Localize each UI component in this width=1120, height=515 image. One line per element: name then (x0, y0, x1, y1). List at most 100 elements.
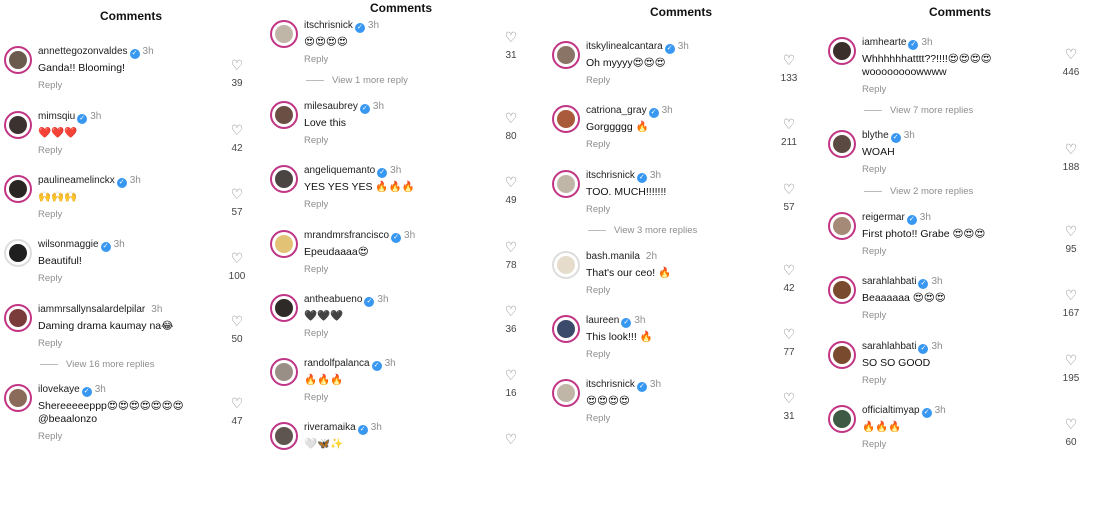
view-more-replies[interactable]: View 7 more replies (864, 105, 973, 116)
avatar[interactable] (270, 358, 298, 386)
heart-icon[interactable]: ♡ (496, 175, 526, 189)
like-button[interactable]: ♡ 42 (774, 263, 804, 294)
avatar[interactable] (828, 276, 856, 304)
reply-link[interactable]: Reply (38, 145, 62, 156)
heart-icon[interactable]: ♡ (774, 182, 804, 196)
heart-icon[interactable]: ♡ (222, 187, 252, 201)
avatar[interactable] (828, 405, 856, 433)
username[interactable]: itschrisnick (586, 170, 635, 181)
avatar[interactable] (828, 341, 856, 369)
heart-icon[interactable]: ♡ (496, 432, 526, 446)
reply-link[interactable]: Reply (38, 80, 62, 91)
username[interactable]: riveramaika (304, 422, 356, 433)
heart-icon[interactable]: ♡ (496, 30, 526, 44)
like-button[interactable]: ♡ 80 (496, 111, 526, 142)
username[interactable]: paulineamelinckx (38, 175, 115, 186)
heart-icon[interactable]: ♡ (496, 111, 526, 125)
avatar[interactable] (552, 379, 580, 407)
like-button[interactable]: ♡ 188 (1056, 142, 1086, 173)
view-more-replies[interactable]: View 2 more replies (864, 186, 973, 197)
like-button[interactable]: ♡ 95 (1056, 224, 1086, 255)
heart-icon[interactable]: ♡ (774, 53, 804, 67)
heart-icon[interactable]: ♡ (1056, 288, 1086, 302)
heart-icon[interactable]: ♡ (496, 368, 526, 382)
heart-icon[interactable]: ♡ (1056, 224, 1086, 238)
username[interactable]: wilsonmaggie (38, 239, 99, 250)
username[interactable]: itskylinealcantara (586, 41, 663, 52)
avatar[interactable] (552, 41, 580, 69)
like-button[interactable]: ♡ 77 (774, 327, 804, 358)
avatar[interactable] (4, 384, 32, 412)
username[interactable]: sarahlahbati (862, 341, 916, 352)
avatar[interactable] (4, 46, 32, 74)
view-more-replies[interactable]: View 16 more replies (40, 359, 155, 370)
like-button[interactable]: ♡ 36 (496, 304, 526, 335)
username[interactable]: catriona_gray (586, 105, 647, 116)
like-button[interactable]: ♡ 16 (496, 368, 526, 399)
avatar[interactable] (552, 251, 580, 279)
avatar[interactable] (270, 422, 298, 450)
reply-link[interactable]: Reply (38, 338, 62, 349)
reply-link[interactable]: Reply (304, 392, 328, 403)
heart-icon[interactable]: ♡ (774, 117, 804, 131)
reply-link[interactable]: Reply (304, 54, 328, 65)
like-button[interactable]: ♡ 57 (774, 182, 804, 213)
view-more-replies[interactable]: View 1 more reply (306, 75, 408, 86)
reply-link[interactable]: Reply (862, 246, 886, 257)
username[interactable]: itschrisnick (304, 20, 353, 31)
reply-link[interactable]: Reply (586, 349, 610, 360)
reply-link[interactable]: Reply (586, 204, 610, 215)
heart-icon[interactable]: ♡ (774, 263, 804, 277)
avatar[interactable] (4, 175, 32, 203)
reply-link[interactable]: Reply (304, 199, 328, 210)
avatar[interactable] (270, 101, 298, 129)
reply-link[interactable]: Reply (304, 264, 328, 275)
username[interactable]: milesaubrey (304, 101, 358, 112)
username[interactable]: sarahlahbati (862, 276, 916, 287)
username[interactable]: randolfpalanca (304, 358, 370, 369)
heart-icon[interactable]: ♡ (222, 123, 252, 137)
username[interactable]: iamhearte (862, 37, 906, 48)
username[interactable]: angeliquemanto (304, 165, 375, 176)
username[interactable]: reigermar (862, 212, 905, 223)
like-button[interactable]: ♡ 195 (1056, 353, 1086, 384)
avatar[interactable] (552, 315, 580, 343)
heart-icon[interactable]: ♡ (496, 304, 526, 318)
heart-icon[interactable]: ♡ (222, 314, 252, 328)
like-button[interactable]: ♡ 133 (774, 53, 804, 84)
view-more-replies[interactable]: View 3 more replies (588, 225, 697, 236)
like-button[interactable]: ♡ 31 (496, 30, 526, 61)
like-button[interactable]: ♡ (496, 432, 526, 446)
username[interactable]: laureen (586, 315, 619, 326)
avatar[interactable] (828, 130, 856, 158)
username[interactable]: annettegozonvaldes (38, 46, 128, 57)
avatar[interactable] (270, 165, 298, 193)
heart-icon[interactable]: ♡ (222, 396, 252, 410)
avatar[interactable] (4, 111, 32, 139)
reply-link[interactable]: Reply (862, 310, 886, 321)
reply-link[interactable]: Reply (862, 164, 886, 175)
reply-link[interactable]: Reply (586, 139, 610, 150)
like-button[interactable]: ♡ 39 (222, 58, 252, 89)
like-button[interactable]: ♡ 78 (496, 240, 526, 271)
username[interactable]: mimsqiu (38, 111, 75, 122)
heart-icon[interactable]: ♡ (774, 391, 804, 405)
username[interactable]: itschrisnick (586, 379, 635, 390)
like-button[interactable]: ♡ 60 (1056, 417, 1086, 448)
reply-link[interactable]: Reply (38, 273, 62, 284)
avatar[interactable] (270, 230, 298, 258)
like-button[interactable]: ♡ 167 (1056, 288, 1086, 319)
avatar[interactable] (4, 304, 32, 332)
reply-link[interactable]: Reply (304, 135, 328, 146)
reply-link[interactable]: Reply (38, 209, 62, 220)
username[interactable]: iammrsallynsalardelpilar (38, 304, 145, 315)
reply-link[interactable]: Reply (862, 84, 886, 95)
reply-link[interactable]: Reply (304, 328, 328, 339)
heart-icon[interactable]: ♡ (1056, 47, 1086, 61)
reply-link[interactable]: Reply (862, 375, 886, 386)
like-button[interactable]: ♡ 49 (496, 175, 526, 206)
avatar[interactable] (828, 212, 856, 240)
like-button[interactable]: ♡ 31 (774, 391, 804, 422)
heart-icon[interactable]: ♡ (1056, 417, 1086, 431)
avatar[interactable] (828, 37, 856, 65)
